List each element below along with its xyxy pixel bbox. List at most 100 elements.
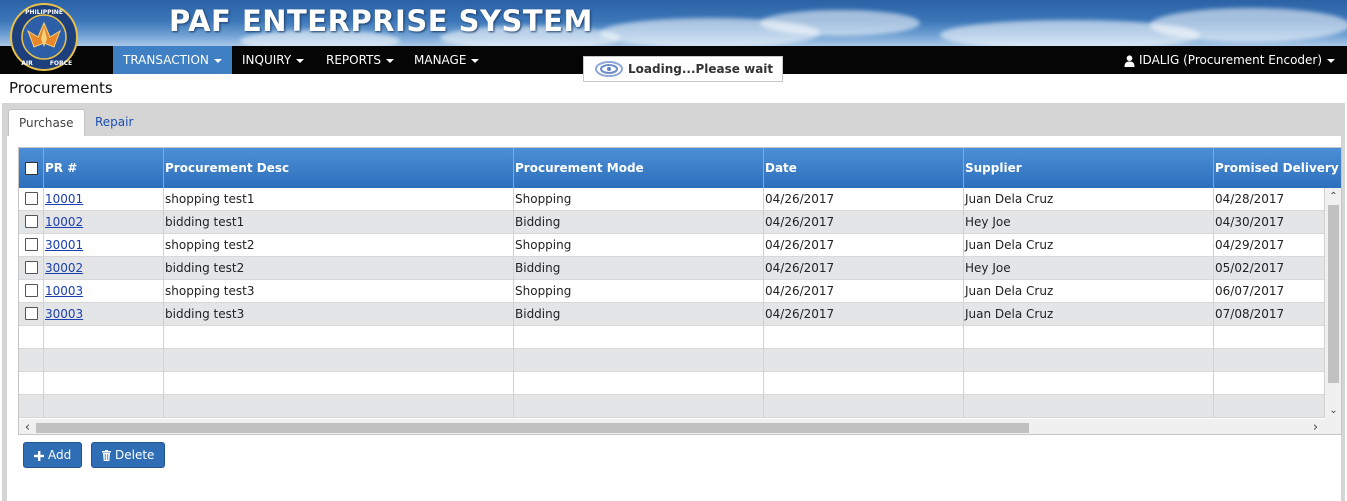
horizontal-scroll-thumb[interactable] <box>36 423 1029 433</box>
cell-promised-delivery: 05/02/2017 <box>1214 257 1325 280</box>
cell-promised-delivery: 04/29/2017 <box>1214 234 1325 257</box>
row-checkbox[interactable] <box>25 238 38 251</box>
cell-procurement-desc: shopping test2 <box>164 234 514 257</box>
header-date[interactable]: Date <box>764 148 964 188</box>
cell-promised-delivery: 04/30/2017 <box>1214 211 1325 234</box>
cell-supplier <box>964 349 1214 372</box>
horizontal-scrollbar[interactable]: ‹ › <box>19 419 1341 434</box>
row-checkbox[interactable] <box>25 307 38 320</box>
user-name: IDALIG (Procurement Encoder) <box>1139 53 1323 67</box>
scroll-down-icon[interactable]: ⌄ <box>1325 402 1341 419</box>
empty-row <box>19 349 1325 372</box>
banner-cloud <box>760 10 920 36</box>
cell-promised-delivery <box>1214 395 1325 418</box>
grid-header: PR # Procurement Desc Procurement Mode D… <box>19 148 1341 188</box>
header-pr-number[interactable]: PR # <box>44 148 164 188</box>
logo-text-right: FORCE <box>50 60 72 67</box>
loading-text: Loading...Please wait <box>628 62 774 76</box>
row-select-cell <box>19 372 44 395</box>
row-checkbox[interactable] <box>25 261 38 274</box>
cell-procurement-mode <box>514 372 764 395</box>
cell-date: 04/26/2017 <box>764 303 964 326</box>
row-select-cell <box>19 395 44 418</box>
cell-procurement-mode: Shopping <box>514 234 764 257</box>
nav-transaction[interactable]: TRANSACTION <box>113 46 232 74</box>
cell-supplier <box>964 395 1214 418</box>
cell-date: 04/26/2017 <box>764 234 964 257</box>
row-select-cell <box>19 280 44 303</box>
nav-manage[interactable]: MANAGE <box>404 46 489 74</box>
delete-button[interactable]: Delete <box>91 442 166 468</box>
row-select-cell <box>19 257 44 280</box>
scroll-up-icon[interactable]: ⌃ <box>1325 188 1341 205</box>
cell-pr-number: 30001 <box>44 234 164 257</box>
header-banner: PAF ENTERPRISE SYSTEM <box>0 0 1347 46</box>
header-procurement-desc[interactable]: Procurement Desc <box>164 148 514 188</box>
cell-procurement-mode: Bidding <box>514 211 764 234</box>
banner-cloud <box>1150 8 1347 42</box>
cell-pr-number: 10003 <box>44 280 164 303</box>
trash-icon <box>102 450 111 461</box>
spinner-icon <box>595 61 623 77</box>
header-promised-delivery[interactable]: Promised Delivery D <box>1214 148 1341 188</box>
row-checkbox[interactable] <box>25 215 38 228</box>
table-row[interactable]: 10002 bidding test1 Bidding 04/26/2017 Hey J… <box>19 211 1325 234</box>
cell-date <box>764 372 964 395</box>
cell-procurement-desc: bidding test1 <box>164 211 514 234</box>
cell-pr-number: 10002 <box>44 211 164 234</box>
table-row[interactable]: 10001 shopping test1 Shopping 04/26/2017 Jua… <box>19 188 1325 211</box>
procurements-grid: PR # Procurement Desc Procurement Mode D… <box>18 147 1342 435</box>
header-supplier[interactable]: Supplier <box>964 148 1214 188</box>
cell-pr-number <box>44 395 164 418</box>
table-row[interactable]: 30002 bidding test2 Bidding 04/26/2017 Hey J… <box>19 257 1325 280</box>
paf-logo: PHILIPPINE AIR FORCE <box>10 3 78 71</box>
table-row[interactable]: 10003 shopping test3 Shopping 04/26/2017 Jua… <box>19 280 1325 303</box>
cell-supplier: Juan Dela Cruz <box>964 303 1214 326</box>
cell-procurement-desc: shopping test1 <box>164 188 514 211</box>
scroll-left-icon[interactable]: ‹ <box>19 419 36 434</box>
vertical-scrollbar[interactable]: ⌃ ⌄ <box>1325 188 1341 419</box>
header-procurement-mode[interactable]: Procurement Mode <box>514 148 764 188</box>
row-select-cell <box>19 303 44 326</box>
table-row[interactable]: 30003 bidding test3 Bidding 04/26/2017 Juan … <box>19 303 1325 326</box>
cell-procurement-mode: Bidding <box>514 303 764 326</box>
user-menu[interactable]: IDALIG (Procurement Encoder) <box>1114 46 1345 74</box>
cell-promised-delivery <box>1214 326 1325 349</box>
pr-number-link[interactable]: 30003 <box>45 307 83 321</box>
cell-supplier <box>964 372 1214 395</box>
nav-inquiry[interactable]: INQUIRY <box>232 46 314 74</box>
tab-repair[interactable]: Repair <box>85 109 143 136</box>
pr-number-link[interactable]: 30002 <box>45 261 83 275</box>
empty-row <box>19 326 1325 349</box>
cell-supplier: Juan Dela Cruz <box>964 188 1214 211</box>
row-checkbox[interactable] <box>25 284 38 297</box>
scroll-right-icon[interactable]: › <box>1307 419 1324 434</box>
nav-inquiry-label: INQUIRY <box>242 53 292 67</box>
select-all-checkbox[interactable] <box>25 162 38 175</box>
caret-down-icon <box>213 58 222 63</box>
vertical-scroll-thumb[interactable] <box>1328 205 1339 383</box>
row-select-cell <box>19 349 44 372</box>
logo-text-left: AIR <box>21 60 33 67</box>
add-button[interactable]: Add <box>23 442 83 468</box>
nav-reports[interactable]: REPORTS <box>316 46 404 74</box>
cell-date: 04/26/2017 <box>764 188 964 211</box>
cell-procurement-desc: bidding test3 <box>164 303 514 326</box>
caret-down-icon <box>1327 58 1336 63</box>
cell-procurement-desc <box>164 372 514 395</box>
pr-number-link[interactable]: 30001 <box>45 238 83 252</box>
logo-text-top: PHILIPPINE <box>25 9 63 16</box>
cell-pr-number: 10001 <box>44 188 164 211</box>
row-select-cell <box>19 234 44 257</box>
cell-procurement-mode <box>514 326 764 349</box>
header-select-cell <box>19 148 44 188</box>
table-row[interactable]: 30001 shopping test2 Shopping 04/26/2017 Jua… <box>19 234 1325 257</box>
nav-transaction-label: TRANSACTION <box>123 53 209 67</box>
pr-number-link[interactable]: 10001 <box>45 192 83 206</box>
pr-number-link[interactable]: 10003 <box>45 284 83 298</box>
tab-purchase[interactable]: Purchase <box>8 109 85 136</box>
pr-number-link[interactable]: 10002 <box>45 215 83 229</box>
cell-date <box>764 349 964 372</box>
empty-row <box>19 372 1325 395</box>
row-checkbox[interactable] <box>25 192 38 205</box>
